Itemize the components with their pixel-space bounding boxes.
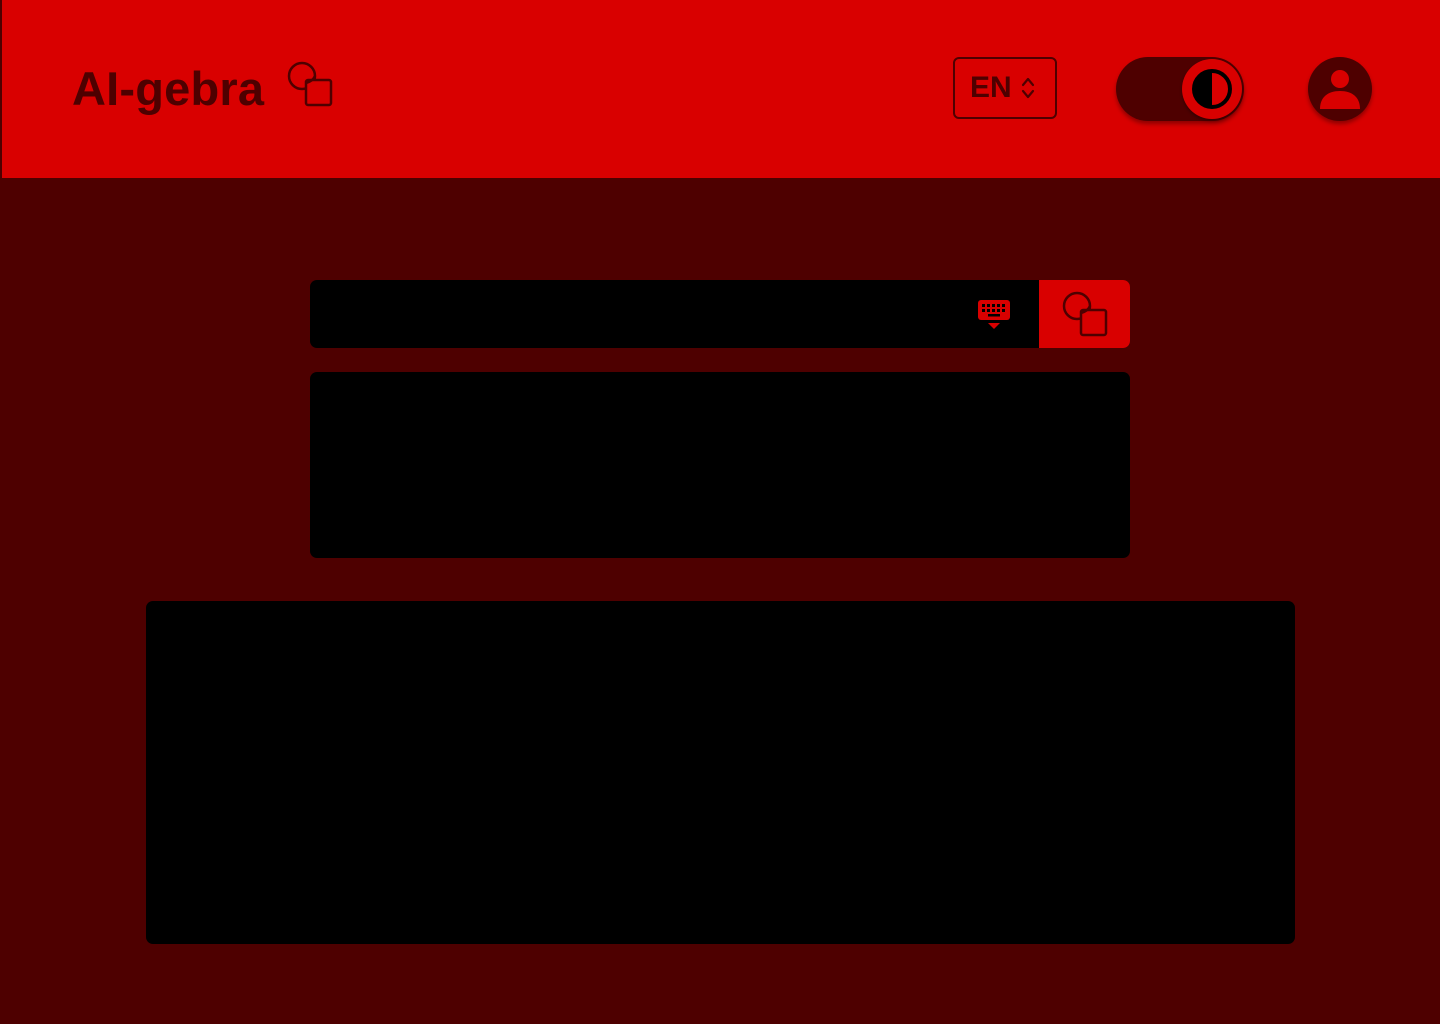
language-value: EN <box>970 71 1012 104</box>
user-avatar-button[interactable] <box>1308 57 1372 121</box>
toggle-knob <box>1182 59 1242 119</box>
circle-square-icon <box>1062 291 1108 337</box>
result-panel <box>310 372 1130 558</box>
keyboard-button[interactable] <box>974 296 1014 332</box>
user-icon <box>1320 70 1360 109</box>
graph-panel <box>146 601 1295 944</box>
equation-input[interactable] <box>310 280 960 348</box>
brand-logo[interactable]: AI-gebra <box>72 56 333 122</box>
keyboard-icon <box>978 300 1010 329</box>
app-title: AI-gebra <box>72 62 265 115</box>
language-select[interactable]: EN <box>953 57 1057 119</box>
circle-square-icon <box>287 61 333 107</box>
chevron-up-down-icon <box>1021 77 1034 99</box>
top-bar: AI-gebra EN <box>2 0 1440 178</box>
solve-button[interactable] <box>1039 280 1130 348</box>
equation-search-bar <box>310 280 1130 348</box>
contrast-icon <box>1192 69 1232 109</box>
theme-toggle[interactable] <box>1116 57 1244 121</box>
